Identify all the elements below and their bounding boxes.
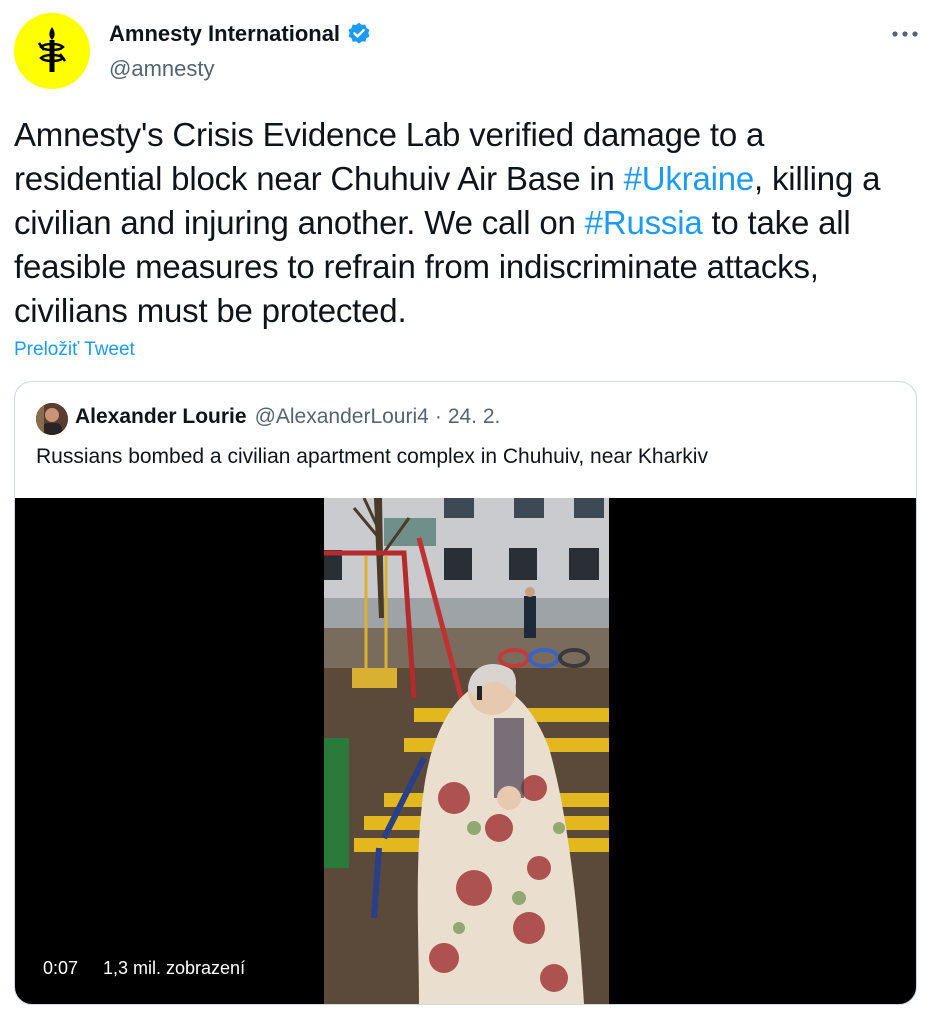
video-thumbnail-image xyxy=(324,498,609,1004)
quoted-author-name[interactable]: Alexander Lourie xyxy=(75,405,247,429)
quoted-text: Russians bombed a civilian apartment com… xyxy=(36,445,708,468)
hashtag-ukraine-link[interactable]: #Ukraine xyxy=(624,160,755,197)
quoted-tweet[interactable]: Alexander Lourie @AlexanderLouri4 · 24. … xyxy=(14,381,917,1005)
quoted-header: Alexander Lourie @AlexanderLouri4 · 24. … xyxy=(75,405,500,429)
author-name[interactable]: Amnesty International xyxy=(109,21,372,47)
video-frame xyxy=(324,498,609,1004)
video-time: 0:07 xyxy=(43,958,79,978)
video-views: 1,3 mil. zobrazení xyxy=(103,958,246,978)
tweet-text: Amnesty's Crisis Evidence Lab verified d… xyxy=(14,113,919,333)
author-handle[interactable]: @amnesty xyxy=(109,56,214,82)
translate-tweet-link[interactable]: Preložiť Tweet xyxy=(14,339,135,361)
verified-badge-icon xyxy=(348,22,370,44)
author-name-text[interactable]: Amnesty International xyxy=(109,21,340,47)
quoted-date[interactable]: 24. 2. xyxy=(448,405,501,429)
author-avatar[interactable] xyxy=(14,13,90,89)
more-icon[interactable] xyxy=(890,28,920,40)
quoted-separator: · xyxy=(434,405,442,428)
amnesty-candle-logo-icon xyxy=(37,27,67,72)
quoted-author-handle[interactable]: @AlexanderLouri4 xyxy=(255,405,429,429)
hashtag-russia-link[interactable]: #Russia xyxy=(585,204,703,241)
video-player[interactable]: 0:07 1,3 mil. zobrazení xyxy=(15,498,916,1004)
tweet-card: Amnesty International @amnesty Amnesty's… xyxy=(0,0,939,1024)
quoted-author-avatar[interactable] xyxy=(36,403,68,435)
quoted-avatar-image xyxy=(36,403,68,435)
